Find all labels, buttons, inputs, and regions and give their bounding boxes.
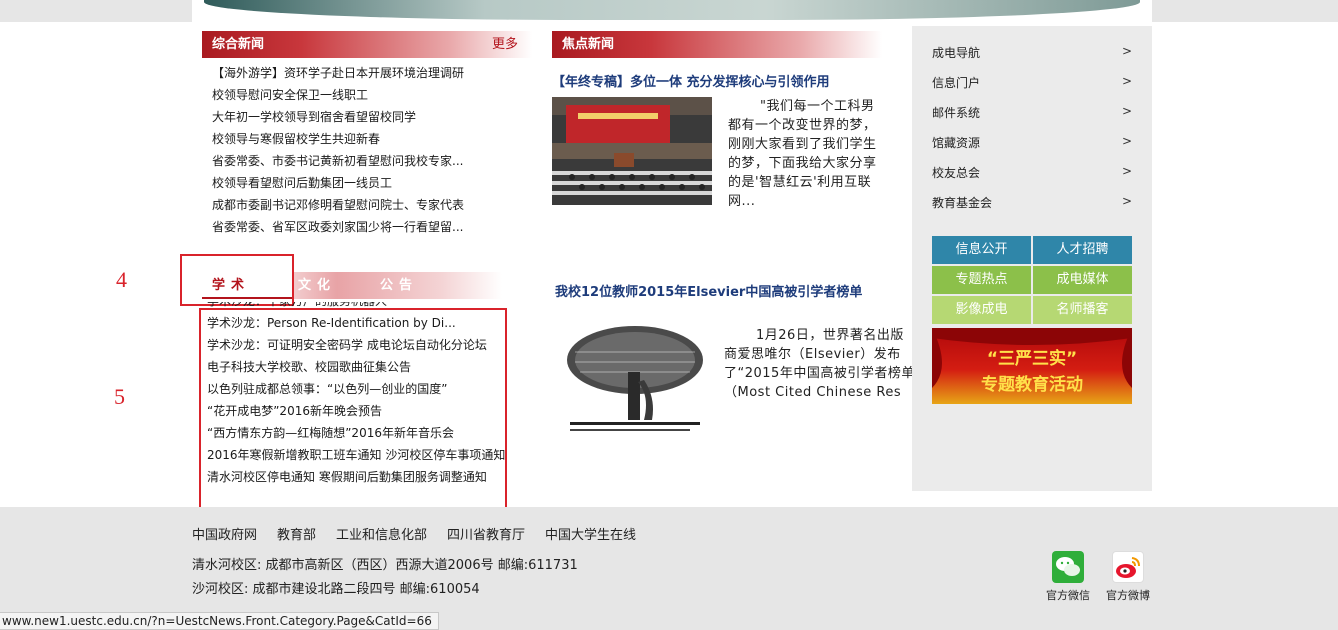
focus-news-photo[interactable] — [552, 97, 712, 205]
general-news-title: 综合新闻 — [212, 37, 265, 52]
sidebar-item-label: 馆藏资源 — [932, 136, 981, 150]
top-banner — [192, 0, 1152, 22]
annotation-box-list — [199, 308, 507, 510]
wechat-label: 官方微信 — [1046, 589, 1090, 602]
list-item[interactable]: 校领导与寒假留校学生共迎新春 — [212, 128, 472, 150]
feature-news-summary: 1月26日，世界著名出版商爱思唯尔（Elsevier）发布了“2015年中国高被… — [724, 328, 915, 400]
podcast-button[interactable]: 名师播客 — [1033, 296, 1132, 324]
annotation-box-tabs — [180, 254, 294, 306]
status-bar-url: www.new1.uestc.edu.cn/?n=UestcNews.Front… — [0, 612, 439, 630]
imaging-button[interactable]: 影像成电 — [932, 296, 1031, 324]
wechat-icon — [1052, 551, 1084, 583]
list-item[interactable]: 校领导慰问安全保卫一线职工 — [212, 84, 472, 106]
list-item[interactable]: 【海外游学】资环学子赴日本开展环境治理调研 — [212, 62, 472, 84]
info-disclosure-button[interactable]: 信息公开 — [932, 236, 1031, 264]
footer-link-sichuan-edu[interactable]: 四川省教育厅 — [447, 524, 525, 543]
address-shahe: 沙河校区: 成都市建设北路二段四号 邮编:610054 — [192, 582, 480, 597]
feature-news-photo[interactable] — [560, 322, 710, 434]
sidebar-item-foundation[interactable]: 教育基金会 > — [932, 194, 1132, 211]
address-qingshuihe: 清水河校区: 成都市高新区（西区）西源大道2006号 邮编:611731 — [192, 558, 578, 573]
sidebar-item-library[interactable]: 馆藏资源 > — [932, 134, 1132, 151]
focus-news-header: 焦点新闻 — [552, 31, 882, 58]
tab-culture[interactable]: 文化 — [298, 272, 368, 299]
sidebar-item-alumni[interactable]: 校友总会 > — [932, 164, 1132, 181]
promo-subtitle: 专题教育活动 — [981, 375, 1083, 395]
chevron-right-icon: > — [1121, 194, 1132, 208]
weibo-label: 官方微博 — [1106, 589, 1150, 602]
sidebar-item-label: 信息门户 — [932, 76, 981, 90]
general-news-more-link[interactable]: 更多 — [492, 31, 518, 58]
footer-link-miit[interactable]: 工业和信息化部 — [336, 524, 427, 543]
general-news-list: 【海外游学】资环学子赴日本开展环境治理调研 校领导慰问安全保卫一线职工 大年初一… — [212, 62, 472, 238]
chevron-right-icon: > — [1121, 74, 1132, 88]
footer-link-moe[interactable]: 教育部 — [277, 524, 316, 543]
promo-banner[interactable]: “三严三实” 专题教育活动 — [932, 328, 1132, 404]
sidebar-item-label: 成电导航 — [932, 46, 981, 60]
sidebar-item-info-portal[interactable]: 信息门户 > — [932, 74, 1132, 91]
topics-button[interactable]: 专题热点 — [932, 266, 1031, 294]
chevron-right-icon: > — [1121, 104, 1132, 118]
sidebar: 成电导航 > 信息门户 > 邮件系统 > 馆藏资源 > 校友总会 > 教育基金会… — [912, 26, 1152, 491]
focus-news-title: 焦点新闻 — [562, 37, 615, 52]
annotation-number-4: 4 — [116, 267, 127, 292]
list-item[interactable]: 省委常委、市委书记黄新初看望慰问我校专家... — [212, 150, 472, 172]
annotation-number-5: 5 — [114, 384, 125, 409]
chevron-right-icon: > — [1121, 164, 1132, 178]
list-item[interactable]: 省委常委、省军区政委刘家国少将一行看望留... — [212, 216, 472, 238]
chevron-right-icon: > — [1121, 44, 1132, 58]
sidebar-item-label: 校友总会 — [932, 166, 981, 180]
sidebar-item-mail[interactable]: 邮件系统 > — [932, 104, 1132, 121]
banner-image — [204, 0, 1140, 20]
list-item[interactable]: 校领导看望慰问后勤集团一线员工 — [212, 172, 472, 194]
list-item[interactable]: 成都市委副书记邓修明看望慰问院士、专家代表 — [212, 194, 472, 216]
sidebar-item-label: 邮件系统 — [932, 106, 981, 120]
focus-headline-link[interactable]: 【年终专稿】多位一体 充分发挥核心与引领作用 — [552, 71, 882, 90]
tab-notice[interactable]: 公告 — [380, 272, 450, 299]
feature-headline-link[interactable]: 我校12位教师2015年Elsevier中国高被引学者榜单 — [555, 284, 895, 302]
general-news-header: 综合新闻 更多 — [202, 31, 532, 58]
sidebar-item-label: 教育基金会 — [932, 196, 993, 210]
focus-news-summary: "我们每一个工科男都有一个改变世界的梦，刚刚大家看到了我们学生的梦，下面我给大家… — [728, 99, 877, 209]
list-item[interactable]: 大年初一学校领导到宿舍看望留校同学 — [212, 106, 472, 128]
footer-link-gov[interactable]: 中国政府网 — [192, 524, 257, 543]
wechat-link[interactable]: 官方微信 — [1042, 551, 1094, 603]
weibo-link[interactable]: 官方微博 — [1102, 551, 1154, 603]
footer-link-students[interactable]: 中国大学生在线 — [545, 524, 636, 543]
media-button[interactable]: 成电媒体 — [1033, 266, 1132, 294]
recruitment-button[interactable]: 人才招聘 — [1033, 236, 1132, 264]
chevron-right-icon: > — [1121, 134, 1132, 148]
promo-title: “三严三实” — [986, 349, 1078, 369]
weibo-icon — [1112, 551, 1144, 583]
sidebar-item-uestc-nav[interactable]: 成电导航 > — [932, 44, 1132, 61]
